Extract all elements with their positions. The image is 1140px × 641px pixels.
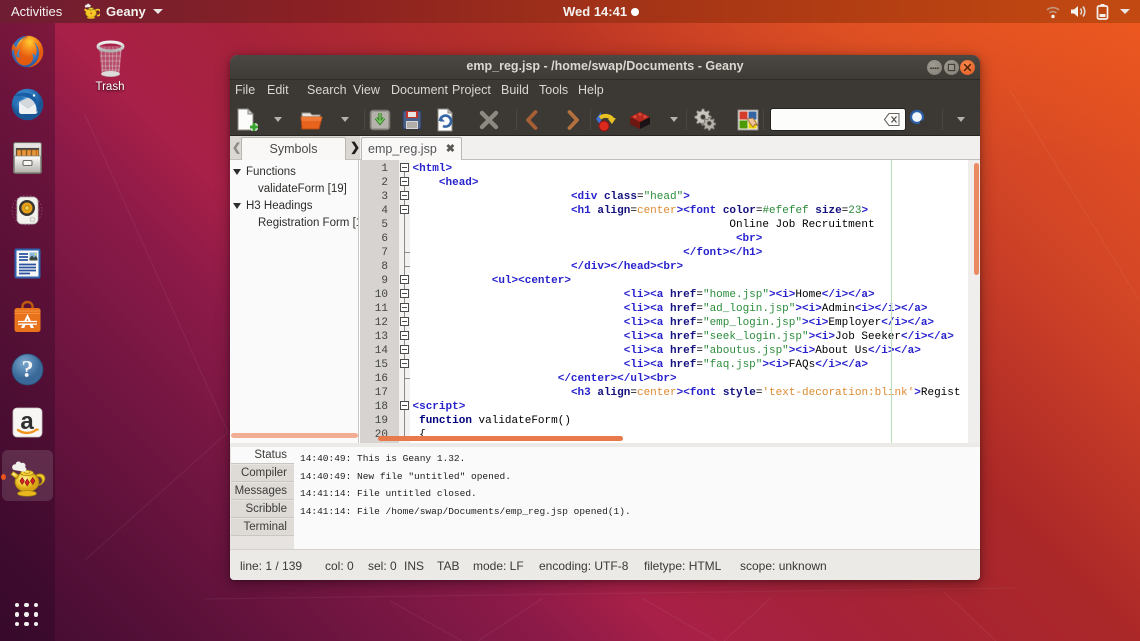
svg-text:?: ? <box>22 357 34 383</box>
